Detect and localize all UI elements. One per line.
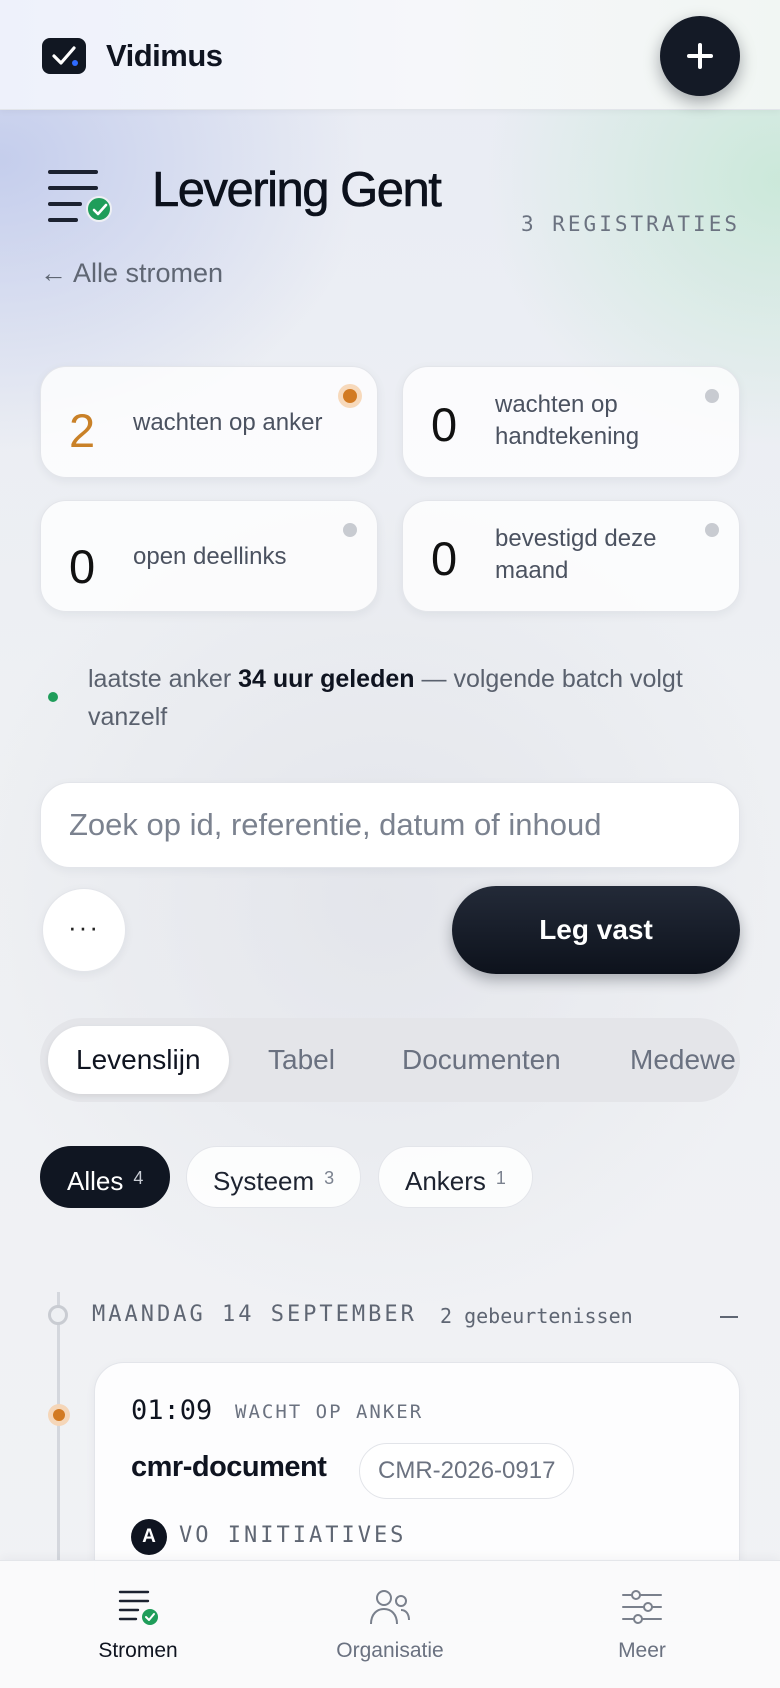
event-status: WACHT OP ANKER [235,1401,424,1423]
stat-card-open-share-links[interactable]: 0 open deellinks [40,500,378,612]
stat-label: bevestigd deze maand [495,525,657,584]
bottom-navigation: Stromen Organisatie Meer [0,1560,780,1688]
registration-count: 3 REGISTRATIES [520,212,740,236]
app-logo-icon [42,38,86,74]
app-name: Vidimus [106,38,223,73]
record-button[interactable]: Leg vast [452,886,740,974]
tab-documenten[interactable]: Documenten [402,1026,561,1094]
stat-value: 0 [69,540,96,593]
search-input[interactable] [69,783,709,867]
search-box [40,782,740,868]
event-time: 01:09 [131,1395,213,1426]
filter-chip-system[interactable]: Systeem 3 [186,1146,362,1208]
avatar: A [131,1519,167,1555]
view-tabs: Levenslijn Tabel Documenten Medewe [40,1018,740,1102]
nav-item-meer[interactable]: Meer [542,1587,742,1663]
timeline-day-label: MAANDAG 14 SEPTEMBER [92,1302,417,1327]
more-options-button[interactable]: ··· [42,888,126,972]
stat-value: 0 [431,398,458,451]
event-organisation: VO INITIATIVES [179,1523,407,1548]
warning-status-dot [343,389,357,403]
timeline-day-node [48,1305,68,1325]
nav-label: Organisatie [336,1639,444,1662]
page-title: Levering Gent [152,163,442,218]
timeline-line [57,1292,60,1562]
stream-check-icon [48,168,114,226]
back-to-streams-link[interactable]: ← Alle stromen [40,258,223,289]
nav-label: Stromen [98,1639,178,1662]
live-status-dot [48,692,58,702]
nav-item-organisatie[interactable]: Organisatie [290,1587,490,1663]
event-reference-badge[interactable]: CMR-2026-0917 [359,1443,575,1499]
status-dot [343,523,357,537]
tab-levenslijn[interactable]: Levenslijn [48,1026,229,1094]
stat-value: 2 [69,404,96,457]
tab-medewerkers[interactable]: Medewe [630,1026,736,1094]
stat-card-awaiting-signature[interactable]: 0 wachten op handtekening [402,366,740,478]
nav-item-stromen[interactable]: Stromen [38,1587,238,1663]
stat-card-confirmed-this-month[interactable]: 0 bevestigd deze maand [402,500,740,612]
filter-chip-anchors[interactable]: Ankers 1 [378,1146,533,1208]
stat-label: open deellinks [133,543,287,570]
stat-card-awaiting-anchor[interactable]: 2 wachten op anker [40,366,378,478]
last-anchor-note: laatste anker 34 uur geleden — volgende … [88,665,683,731]
stat-value: 0 [431,532,458,585]
status-dot [705,523,719,537]
collapse-day-button[interactable] [720,1316,738,1318]
event-status-node [48,1404,70,1426]
sliders-icon [620,1587,664,1627]
add-button[interactable] [660,16,740,96]
filter-chip-all[interactable]: Alles 4 [40,1146,171,1208]
event-type: cmr-document [131,1451,327,1483]
timeline-day-count: 2 gebeurtenissen [440,1304,633,1328]
stream-check-icon [116,1587,160,1627]
people-icon [368,1587,412,1627]
nav-label: Meer [618,1639,666,1662]
stat-label: wachten op handtekening [495,391,640,450]
tab-tabel[interactable]: Tabel [268,1026,335,1094]
stat-label: wachten op anker [133,409,323,436]
top-app-bar: Vidimus [0,0,780,110]
status-dot [705,389,719,403]
